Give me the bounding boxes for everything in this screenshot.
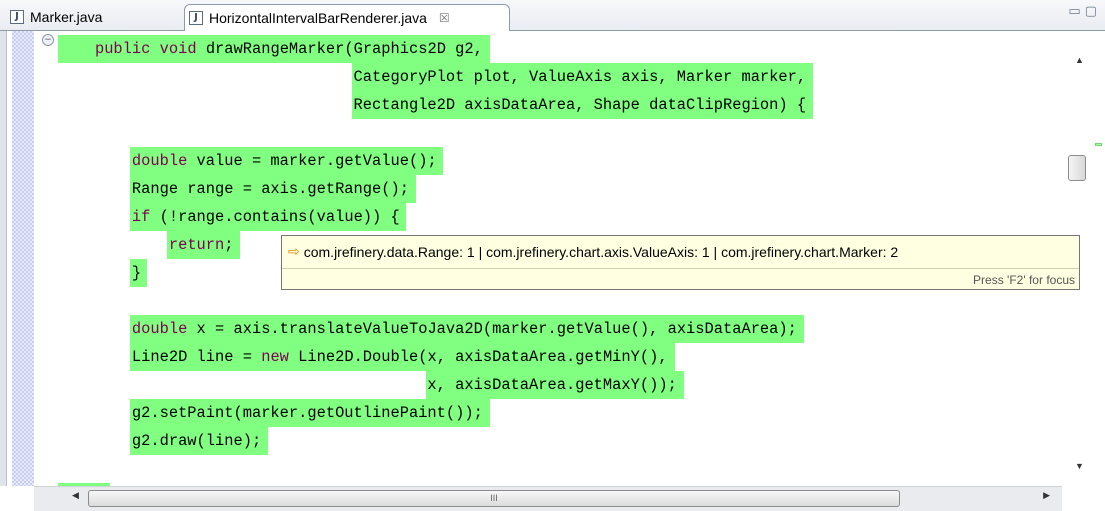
code-text: Range range = axis.getRange(); [58, 180, 409, 198]
fold-collapse-icon[interactable]: − [42, 34, 54, 46]
scroll-right-icon[interactable]: ▶ [1043, 490, 1050, 501]
scroll-left-icon[interactable]: ◀ [72, 490, 79, 501]
code-line[interactable] [58, 287, 1048, 315]
code-line[interactable]: public void drawRangeMarker(Graphics2D g… [58, 35, 1048, 63]
popup-footer: Press 'F2' for focus [973, 273, 1075, 287]
code-text: double value = marker.getValue(); [131, 152, 437, 170]
horizontal-scrollbar[interactable]: ◀ III ▶ [34, 486, 1062, 511]
grip-icon: III [490, 493, 498, 503]
code-text: g2.setPaint(marker.getOutlinePaint()); [58, 404, 483, 422]
code-line[interactable]: Line2D line = new Line2D.Double(x, axisD… [58, 343, 1048, 371]
close-tab-icon[interactable]: ☒ [439, 11, 450, 25]
scroll-down-icon[interactable]: ▼ [1075, 461, 1084, 471]
code-text: Rectangle2D axisDataArea, Shape dataClip… [58, 96, 807, 114]
code-text: x, axisDataArea.getMaxY()); [58, 376, 677, 394]
hover-popup[interactable]: ⇨ com.jrefinery.data.Range: 1 | com.jref… [281, 235, 1080, 290]
vertical-scroll-thumb[interactable] [1068, 155, 1086, 181]
maximize-icon[interactable]: ▢ [1085, 4, 1101, 19]
scroll-up-icon[interactable]: ▲ [1075, 55, 1084, 65]
code-line[interactable]: Range range = axis.getRange(); [58, 175, 1048, 203]
code-text: if (!range.contains(value)) { [131, 208, 400, 226]
code-text: public void drawRangeMarker(Graphics2D g… [94, 40, 483, 58]
editor-left-border [0, 31, 7, 486]
java-file-icon: J [10, 10, 24, 24]
code-line[interactable]: g2.draw(line); [58, 427, 1048, 455]
popup-divider [282, 268, 1079, 269]
tab-horizontal-interval-bar-renderer-java[interactable]: J HorizontalIntervalBarRenderer.java ☒ [184, 4, 510, 31]
code-line[interactable]: g2.setPaint(marker.getOutlinePaint()); [58, 399, 1048, 427]
code-text: Line2D line = new Line2D.Double(x, axisD… [58, 348, 668, 366]
minimize-icon[interactable]: ▭ [1068, 4, 1084, 19]
code-line[interactable]: double x = axis.translateValueToJava2D(m… [58, 315, 1048, 343]
tab-marker-java[interactable]: J Marker.java [6, 4, 174, 30]
code-text: double x = axis.translateValueToJava2D(m… [131, 320, 797, 338]
editor-tab-bar: J Marker.java J HorizontalIntervalBarRen… [0, 0, 1105, 31]
code-line[interactable] [58, 119, 1048, 147]
code-line[interactable]: CategoryPlot plot, ValueAxis axis, Marke… [58, 63, 1048, 91]
arrow-icon: ⇨ [288, 244, 300, 260]
overview-marker[interactable] [1095, 143, 1102, 146]
code-line[interactable]: if (!range.contains(value)) { [58, 203, 1048, 231]
window-controls: ▭▢ [1068, 4, 1101, 19]
code-text: CategoryPlot plot, ValueAxis axis, Marke… [58, 68, 807, 86]
scrollbar-corner [1062, 486, 1105, 511]
code-text: } [58, 264, 142, 282]
code-line[interactable] [58, 455, 1048, 483]
code-text: return; [168, 236, 234, 254]
horizontal-scroll-thumb[interactable]: III [88, 490, 900, 507]
ruler-footer [0, 486, 34, 511]
java-file-icon: J [189, 11, 203, 25]
code-line[interactable]: double value = marker.getValue(); [58, 147, 1048, 175]
code-line[interactable]: Rectangle2D axisDataArea, Shape dataClip… [58, 91, 1048, 119]
code-text: g2.draw(line); [58, 432, 262, 450]
tab-label: Marker.java [30, 9, 103, 25]
overview-ruler[interactable] [1090, 31, 1105, 486]
annotation-ruler[interactable] [12, 31, 34, 486]
code-line[interactable]: x, axisDataArea.getMaxY()); [58, 371, 1048, 399]
popup-text[interactable]: com.jrefinery.data.Range: 1 | com.jrefin… [304, 244, 898, 260]
tab-label: HorizontalIntervalBarRenderer.java [209, 10, 427, 26]
popup-content: ⇨ com.jrefinery.data.Range: 1 | com.jref… [288, 244, 898, 260]
